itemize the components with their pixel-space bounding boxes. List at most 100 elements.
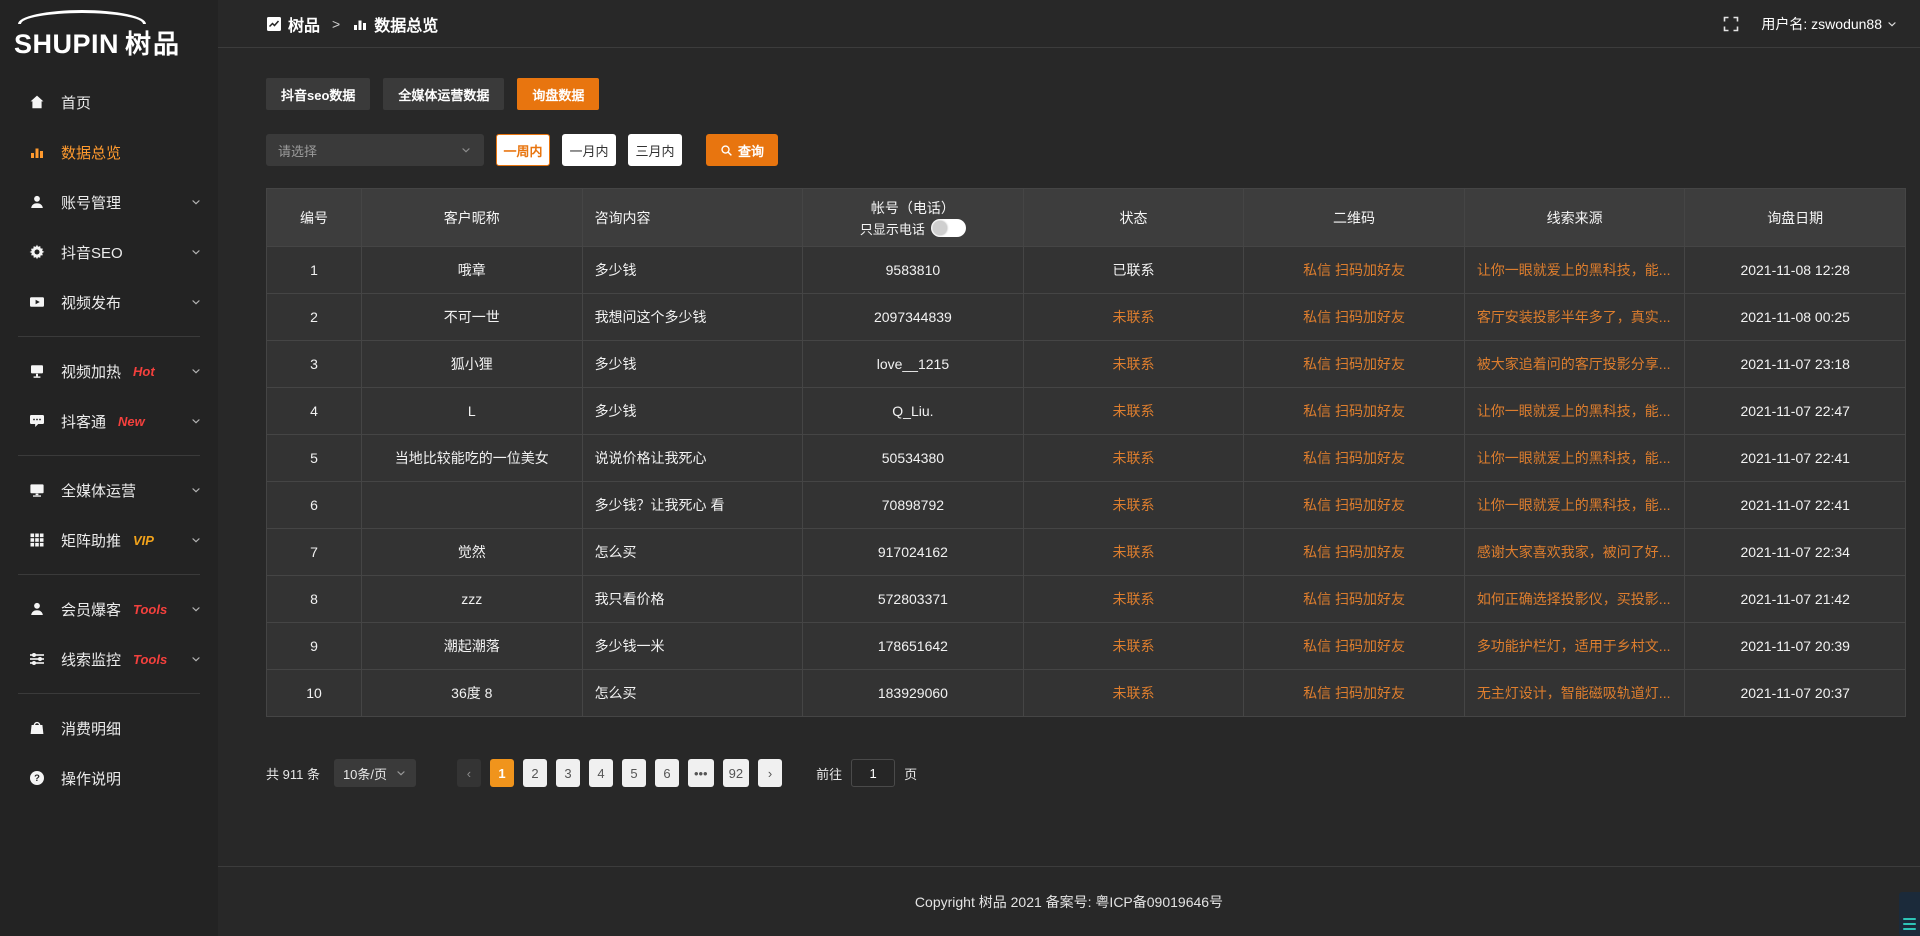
- breadcrumb-item-root[interactable]: 树品: [288, 12, 320, 36]
- phone-only-toggle[interactable]: [931, 219, 966, 237]
- source-link[interactable]: 让你一眼就爱上的黑科技，能...: [1477, 497, 1671, 513]
- source-link[interactable]: 无主灯设计，智能磁吸轨道灯...: [1477, 685, 1671, 701]
- account-cell: 917024162: [803, 529, 1024, 576]
- search-button[interactable]: 查询: [706, 134, 778, 166]
- status-cell: 未联系: [1023, 294, 1244, 341]
- source-link[interactable]: 让你一眼就爱上的黑科技，能...: [1477, 403, 1671, 419]
- row-id-cell: 2: [267, 294, 362, 341]
- qr-link[interactable]: 私信 扫码加好友: [1303, 403, 1405, 419]
- qr-link[interactable]: 私信 扫码加好友: [1303, 591, 1405, 607]
- sidebar-item-account[interactable]: 账号管理: [0, 177, 218, 227]
- sidebar-item-video-heat[interactable]: 视频加热Hot: [0, 346, 218, 396]
- qr-link[interactable]: 私信 扫码加好友: [1303, 497, 1405, 513]
- qr-link[interactable]: 私信 扫码加好友: [1303, 262, 1405, 278]
- source-link[interactable]: 感谢大家喜欢我家，被问了好...: [1477, 544, 1671, 560]
- monitor-icon: [28, 481, 46, 499]
- table-row: 8zzz我只看价格572803371未联系私信 扫码加好友如何正确选择投影仪，买…: [267, 576, 1906, 623]
- tab-1[interactable]: 全媒体运营数据: [383, 78, 504, 110]
- total-count: 共 911 条: [266, 764, 320, 783]
- nickname-cell: 觉然: [362, 529, 583, 576]
- source-link[interactable]: 客厅安装投影半年多了，真实...: [1477, 309, 1671, 325]
- page-button-2[interactable]: 2: [523, 759, 547, 787]
- sidebar-item-clue-monitor[interactable]: 线索监控Tools: [0, 634, 218, 684]
- qr-link[interactable]: 私信 扫码加好友: [1303, 685, 1405, 701]
- chevron-down-icon: [190, 653, 202, 665]
- line-chart-icon: [266, 16, 282, 32]
- date-cell: 2021-11-07 23:18: [1685, 341, 1906, 388]
- source-link[interactable]: 多功能护栏灯，适用于乡村文...: [1477, 638, 1671, 654]
- sidebar-item-label: 数据总览: [61, 142, 121, 163]
- page-button-3[interactable]: 3: [556, 759, 580, 787]
- sidebar-item-all-media[interactable]: 全媒体运营: [0, 465, 218, 515]
- prev-page-button[interactable]: ‹: [457, 759, 481, 787]
- page-buttons: 123456 ••• 92: [481, 759, 749, 787]
- top-header: 树品 > 数据总览 用户名: zswodun88: [218, 0, 1920, 48]
- source-link-cell: 让你一眼就爱上的黑科技，能...: [1464, 247, 1685, 294]
- col-header-status: 状态: [1023, 189, 1244, 247]
- qr-link[interactable]: 私信 扫码加好友: [1303, 309, 1405, 325]
- sidebar-item-consumption[interactable]: 消费明细: [0, 703, 218, 753]
- source-link[interactable]: 被大家追着问的客厅投影分享...: [1477, 356, 1671, 372]
- copyright-text: Copyright 树品 2021 备案号: 粤ICP备09019646号: [915, 892, 1223, 912]
- row-id-cell: 1: [267, 247, 362, 294]
- sidebar-item-member[interactable]: 会员爆客Tools: [0, 584, 218, 634]
- chevron-down-icon: [190, 484, 202, 496]
- filter-select[interactable]: 请选择: [266, 134, 484, 166]
- row-id-cell: 6: [267, 482, 362, 529]
- goto-page-input[interactable]: [851, 759, 895, 787]
- qr-link[interactable]: 私信 扫码加好友: [1303, 450, 1405, 466]
- sidebar-divider: [18, 693, 200, 694]
- date-cell: 2021-11-07 22:47: [1685, 388, 1906, 435]
- tab-0[interactable]: 抖音seo数据: [266, 78, 370, 110]
- table-row: 7觉然怎么买917024162未联系私信 扫码加好友感谢大家喜欢我家，被问了好.…: [267, 529, 1906, 576]
- page-ellipsis-button[interactable]: •••: [688, 759, 714, 787]
- sidebar-item-douketong[interactable]: 抖客通New: [0, 396, 218, 446]
- sliders-icon: [28, 650, 46, 668]
- chevron-down-icon: [190, 246, 202, 258]
- page-size-select[interactable]: 10条/页: [334, 759, 416, 787]
- sidebar-item-video-publish[interactable]: 视频发布: [0, 277, 218, 327]
- date-cell: 2021-11-07 22:41: [1685, 482, 1906, 529]
- qr-link-cell: 私信 扫码加好友: [1244, 435, 1465, 482]
- nickname-cell: 哦章: [362, 247, 583, 294]
- sidebar-item-label: 抖客通: [61, 411, 106, 432]
- source-link[interactable]: 如何正确选择投影仪，买投影...: [1477, 591, 1671, 607]
- chevron-down-icon: [395, 767, 407, 779]
- question-icon: ?: [28, 769, 46, 787]
- period-button-2[interactable]: 三月内: [628, 134, 682, 166]
- tab-2[interactable]: 询盘数据: [517, 78, 599, 110]
- floating-widget[interactable]: [1899, 892, 1920, 936]
- user-menu[interactable]: 用户名: zswodun88: [1761, 14, 1898, 34]
- date-cell: 2021-11-07 22:34: [1685, 529, 1906, 576]
- sidebar-item-douyin-seo[interactable]: 抖音SEO: [0, 227, 218, 277]
- content-cell: 多少钱一米: [582, 623, 803, 670]
- table-row: 1哦章多少钱9583810已联系私信 扫码加好友让你一眼就爱上的黑科技，能...…: [267, 247, 1906, 294]
- logo-arc: [18, 10, 146, 24]
- bar-chart-icon: [28, 143, 46, 161]
- svg-text:?: ?: [34, 773, 40, 784]
- page-button-5[interactable]: 5: [622, 759, 646, 787]
- sidebar-item-data-overview[interactable]: 数据总览: [0, 127, 218, 177]
- qr-link[interactable]: 私信 扫码加好友: [1303, 356, 1405, 372]
- phone-only-label: 只显示电话: [860, 219, 925, 238]
- sidebar-item-label: 首页: [61, 92, 91, 113]
- sidebar-item-home[interactable]: 首页: [0, 77, 218, 127]
- col-header-qrcode: 二维码: [1244, 189, 1465, 247]
- row-id-cell: 9: [267, 623, 362, 670]
- next-page-button[interactable]: ›: [758, 759, 782, 787]
- period-button-0[interactable]: 一周内: [496, 134, 550, 166]
- sidebar-item-help[interactable]: ?操作说明: [0, 753, 218, 803]
- source-link[interactable]: 让你一眼就爱上的黑科技，能...: [1477, 262, 1671, 278]
- page-button-1[interactable]: 1: [490, 759, 514, 787]
- page-button-6[interactable]: 6: [655, 759, 679, 787]
- sidebar-item-matrix-boost[interactable]: 矩阵助推VIP: [0, 515, 218, 565]
- period-button-1[interactable]: 一月内: [562, 134, 616, 166]
- qr-link[interactable]: 私信 扫码加好友: [1303, 638, 1405, 654]
- page-button-4[interactable]: 4: [589, 759, 613, 787]
- page-button-92[interactable]: 92: [723, 759, 749, 787]
- fullscreen-icon[interactable]: [1723, 16, 1739, 32]
- status-cell: 未联系: [1023, 482, 1244, 529]
- source-link-cell: 让你一眼就爱上的黑科技，能...: [1464, 388, 1685, 435]
- source-link[interactable]: 让你一眼就爱上的黑科技，能...: [1477, 450, 1671, 466]
- qr-link[interactable]: 私信 扫码加好友: [1303, 544, 1405, 560]
